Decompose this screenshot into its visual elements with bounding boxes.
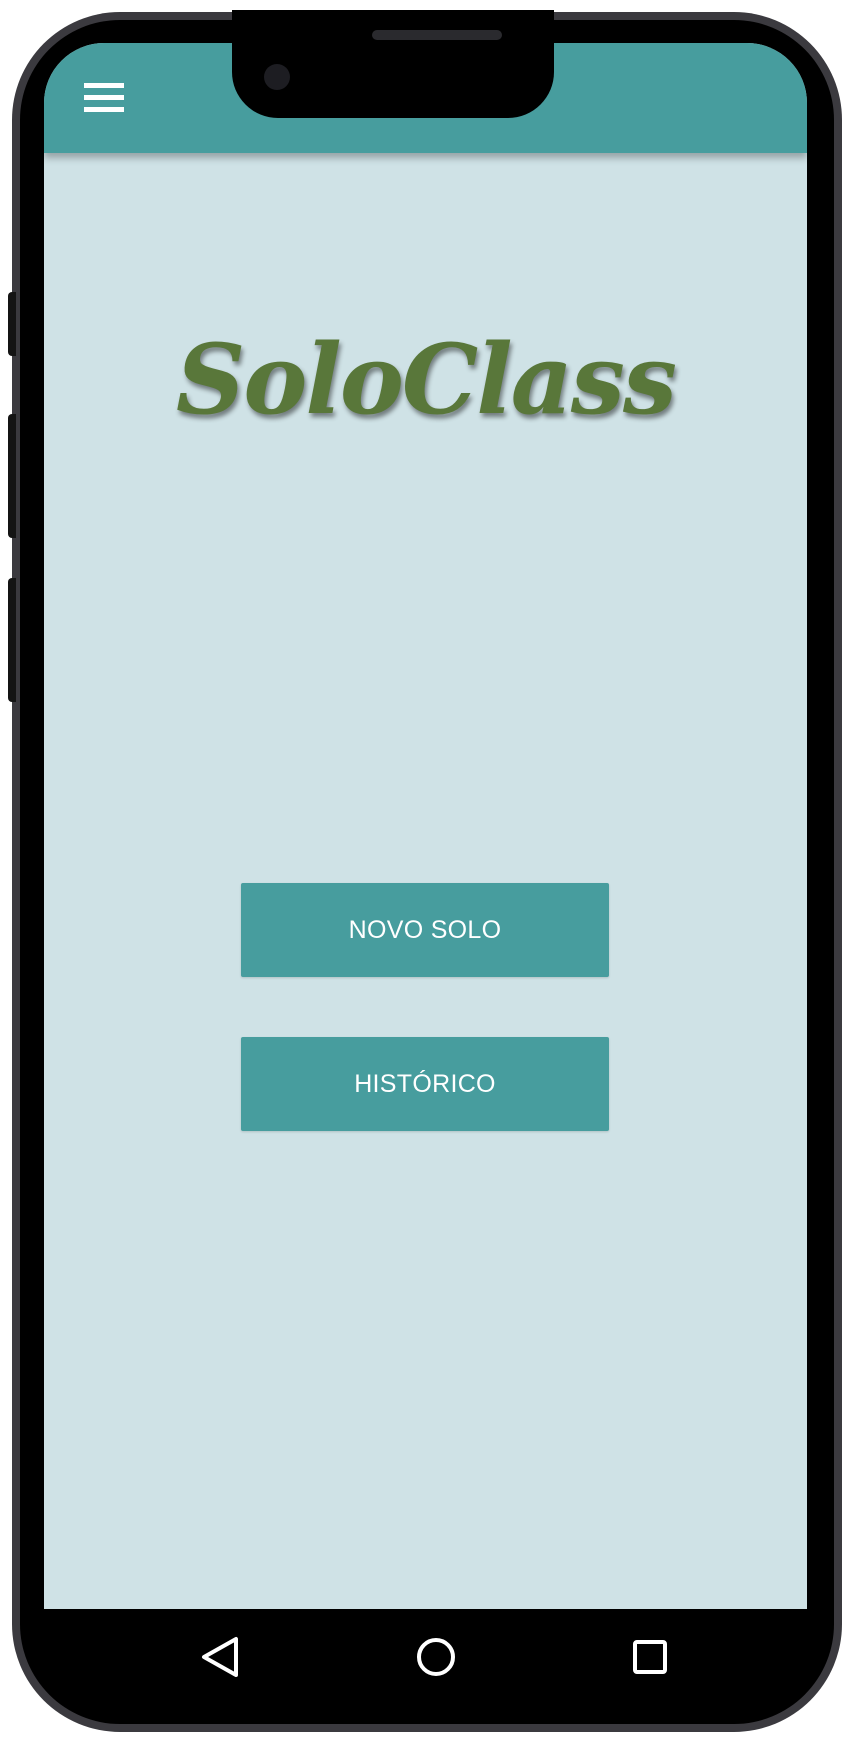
novo-solo-button[interactable]: NOVO SOLO xyxy=(241,883,609,977)
side-button-volume-down xyxy=(8,578,16,702)
side-button-volume-up xyxy=(8,414,16,538)
hamburger-menu-icon[interactable] xyxy=(84,83,124,113)
speaker-grille xyxy=(372,30,502,40)
camera-notch xyxy=(232,10,554,118)
app-logo: SoloClass xyxy=(175,323,677,436)
app-screen: SoloClass NOVO SOLO HISTÓRICO xyxy=(44,43,807,1609)
historico-button[interactable]: HISTÓRICO xyxy=(241,1037,609,1131)
system-nav-bar xyxy=(44,1609,807,1704)
recent-apps-square-icon[interactable] xyxy=(620,1627,680,1687)
back-triangle-icon[interactable] xyxy=(190,1627,250,1687)
side-button-top xyxy=(8,292,16,356)
front-camera-icon xyxy=(264,64,290,90)
menu-line xyxy=(84,107,124,112)
menu-line xyxy=(84,83,124,88)
menu-line xyxy=(84,95,124,100)
home-circle-icon[interactable] xyxy=(406,1627,466,1687)
